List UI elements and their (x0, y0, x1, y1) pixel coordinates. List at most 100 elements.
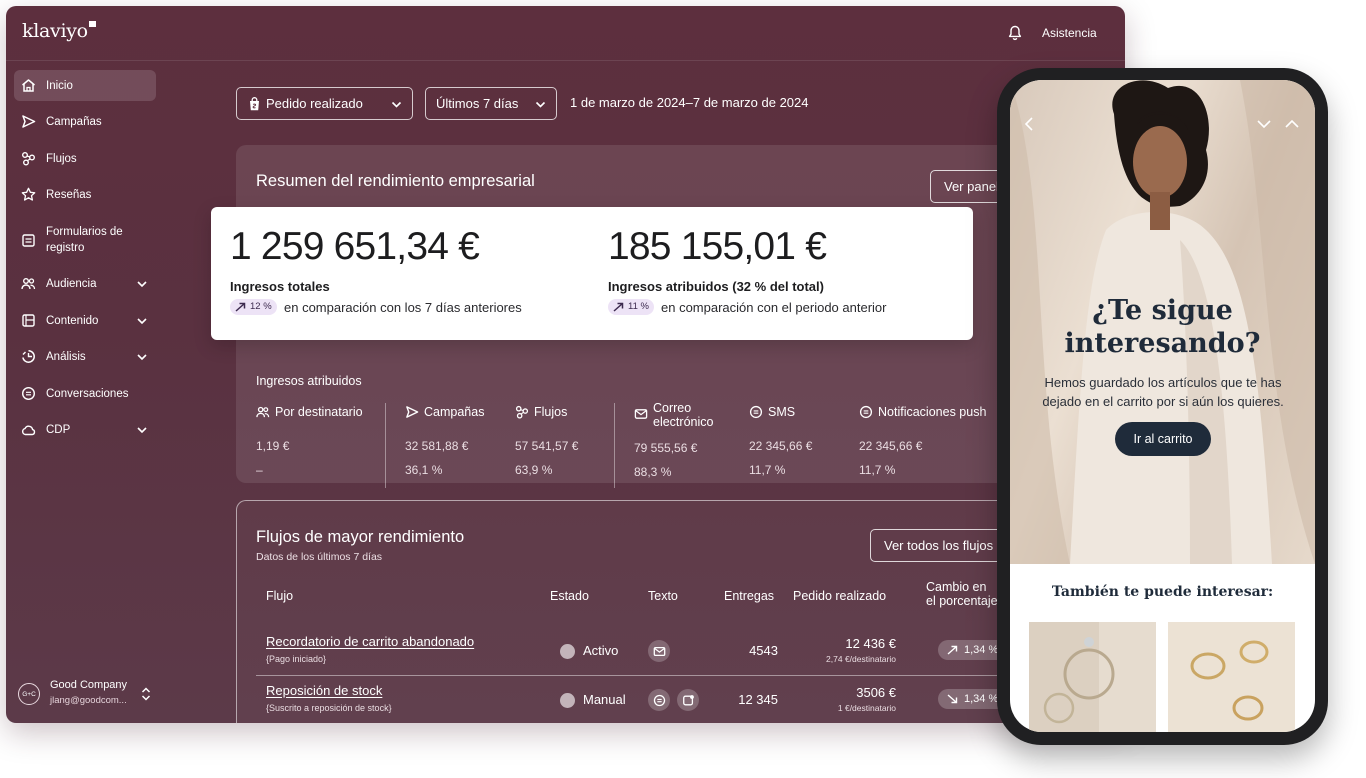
summary-title: Resumen del rendimiento empresarial (256, 172, 535, 190)
per-recipient-value: 2,74 €/destinatario (826, 654, 896, 664)
send-icon (406, 406, 419, 418)
table-row[interactable]: Recordatorio de carrito abandonado {Pago… (256, 626, 1116, 675)
metric-select-value: Pedido realizado (266, 96, 363, 111)
earring-product-image (1029, 622, 1156, 732)
sidebar-item-campanas[interactable]: Campañas (14, 106, 156, 137)
col-header-status: Estado (550, 589, 589, 603)
deliveries-value: 12 345 (738, 692, 778, 707)
col-header-change: Cambio en el porcentaje (926, 580, 998, 608)
breakdown-label: Correo electrónico (653, 401, 714, 429)
sidebar-item-flujos[interactable]: Flujos (14, 143, 156, 174)
attributed-revenue-label: Ingresos atribuidos (32 % del total) (608, 279, 824, 294)
breakdown-label: SMS (768, 405, 796, 419)
breakdown-col-sms: SMS 22 345,66 € 11,7 % (749, 403, 812, 477)
breakdown-share: 11,7 % (859, 463, 896, 477)
attributed-breakdown-title: Ingresos atribuidos (256, 374, 362, 388)
back-icon[interactable] (1022, 116, 1038, 132)
ordered-value: 12 436 € (845, 636, 896, 651)
sidebar-item-label: Contenido (46, 314, 99, 327)
breakdown-col-per-recipient: Por destinatario 1,19 € – (256, 403, 363, 477)
sidebar-item-formularios[interactable]: Formularios de registro (14, 221, 156, 259)
sidebar-item-cdp[interactable]: CDP (14, 414, 156, 445)
chevron-down-icon (391, 101, 402, 108)
breakdown-col-flows: Flujos 57 541,57 € 63,9 % (515, 403, 578, 477)
product-card[interactable] (1029, 622, 1156, 732)
flow-name-link[interactable]: Recordatorio de carrito abandonado (266, 634, 474, 649)
help-link[interactable]: Asistencia (1042, 26, 1097, 40)
breakdown-share: 63,9 % (515, 463, 553, 477)
flow-name-link[interactable]: Reposición de stock (266, 683, 382, 698)
channel-email (648, 640, 670, 662)
phone-screen: ¿Te sigue interesando? Hemos guardado los… (1010, 80, 1315, 732)
status-dot (560, 693, 575, 708)
per-recipient-value: 1 €/destinatario (837, 703, 896, 713)
dashboard-window: klaviyo Asistencia Inicio Campañas Flujo… (6, 6, 1125, 723)
sidebar-item-audiencia[interactable]: Audiencia (14, 268, 156, 299)
chevron-down-icon (137, 353, 147, 360)
channel-sms (648, 689, 670, 711)
chevron-updown-icon (141, 687, 151, 701)
table-row[interactable]: Reposición de stock {Suscrito a reposici… (256, 675, 1116, 723)
go-to-cart-button[interactable]: Ir al carrito (1115, 422, 1211, 456)
mail-icon (653, 646, 665, 656)
breakdown-label: Notificaciones push (878, 405, 987, 419)
sms-icon (749, 405, 763, 419)
bell-icon[interactable] (1008, 25, 1022, 41)
trend-up-icon (947, 645, 958, 655)
sidebar-item-contenido[interactable]: Contenido (14, 305, 156, 336)
sms-icon (653, 694, 665, 706)
deliveries-value: 4543 (749, 643, 778, 658)
attributed-change-value: 11 % (628, 301, 649, 312)
account-email: jlang@goodcom... (50, 695, 127, 706)
col-header-ordered: Pedido realizado (793, 589, 887, 603)
chevron-up-icon[interactable] (1284, 116, 1300, 132)
sidebar-item-inicio[interactable]: Inicio (14, 70, 156, 101)
chevron-down-icon[interactable] (1256, 116, 1272, 132)
breakdown-label: Por destinatario (275, 405, 363, 419)
klaviyo-logo[interactable]: klaviyo (22, 20, 96, 42)
sidebar-item-label: Campañas (46, 115, 102, 128)
sidebar-item-conversaciones[interactable]: Conversaciones (14, 378, 156, 409)
sidebar-item-label: Análisis (46, 350, 86, 363)
breakdown-value: 22 345,66 € (859, 439, 923, 453)
period-select[interactable]: Últimos 7 días (425, 87, 557, 120)
attributed-revenue-value: 185 155,01 € (608, 225, 827, 268)
breakdown-share: 88,3 % (634, 465, 672, 479)
breakdown-value: 57 541,57 € (515, 439, 579, 453)
total-change-value: 12 % (250, 301, 272, 312)
sidebar-item-label: Reseñas (46, 188, 92, 201)
account-switcher[interactable]: G+C Good Company jlang@goodcom... (16, 676, 158, 712)
breakdown-share: – (256, 463, 263, 477)
breakdown-value: 32 581,88 € (405, 439, 469, 453)
sidebar-item-label: Formularios de registro (46, 226, 123, 254)
status-dot (560, 644, 575, 659)
analytics-icon (22, 350, 35, 363)
star-icon (21, 187, 36, 201)
sidebar-item-label: Conversaciones (46, 387, 129, 400)
total-revenue-value: 1 259 651,34 € (230, 225, 480, 268)
stage: klaviyo Asistencia Inicio Campañas Flujo… (0, 0, 1366, 778)
breakdown-value: 79 555,56 € (634, 441, 698, 455)
chevron-down-icon (137, 317, 147, 324)
date-range: 1 de marzo de 2024–7 de marzo de 2024 (570, 95, 809, 110)
col-header-text: Texto (648, 589, 678, 603)
chevron-down-icon (137, 280, 147, 287)
sidebar-item-resenas[interactable]: Reseñas (14, 179, 156, 210)
flows-subtitle: Datos de los últimos 7 días (256, 551, 383, 563)
attributed-change-badge: 11 % (608, 299, 654, 315)
attributed-comparison: en comparación con el periodo anterior (661, 300, 887, 315)
product-card[interactable] (1168, 622, 1295, 732)
top-flows-card: Flujos de mayor rendimiento Datos de los… (236, 500, 1125, 723)
email-headline-line2: interesando? (1064, 328, 1261, 359)
trend-up-icon (235, 302, 246, 312)
audience-icon (21, 278, 36, 290)
flows-title: Flujos de mayor rendimiento (256, 528, 465, 546)
logo-flag-icon (88, 21, 96, 27)
metric-select[interactable]: Pedido realizado (236, 87, 413, 120)
sidebar-item-analisis[interactable]: Análisis (14, 341, 156, 372)
logo-text: klaviyo (22, 20, 88, 42)
send-icon (22, 115, 36, 128)
col-header-deliveries: Entregas (724, 589, 775, 603)
flow-trigger: {Pago iniciado} (266, 654, 327, 664)
col-header-change-line2: el porcentaje (926, 594, 998, 608)
